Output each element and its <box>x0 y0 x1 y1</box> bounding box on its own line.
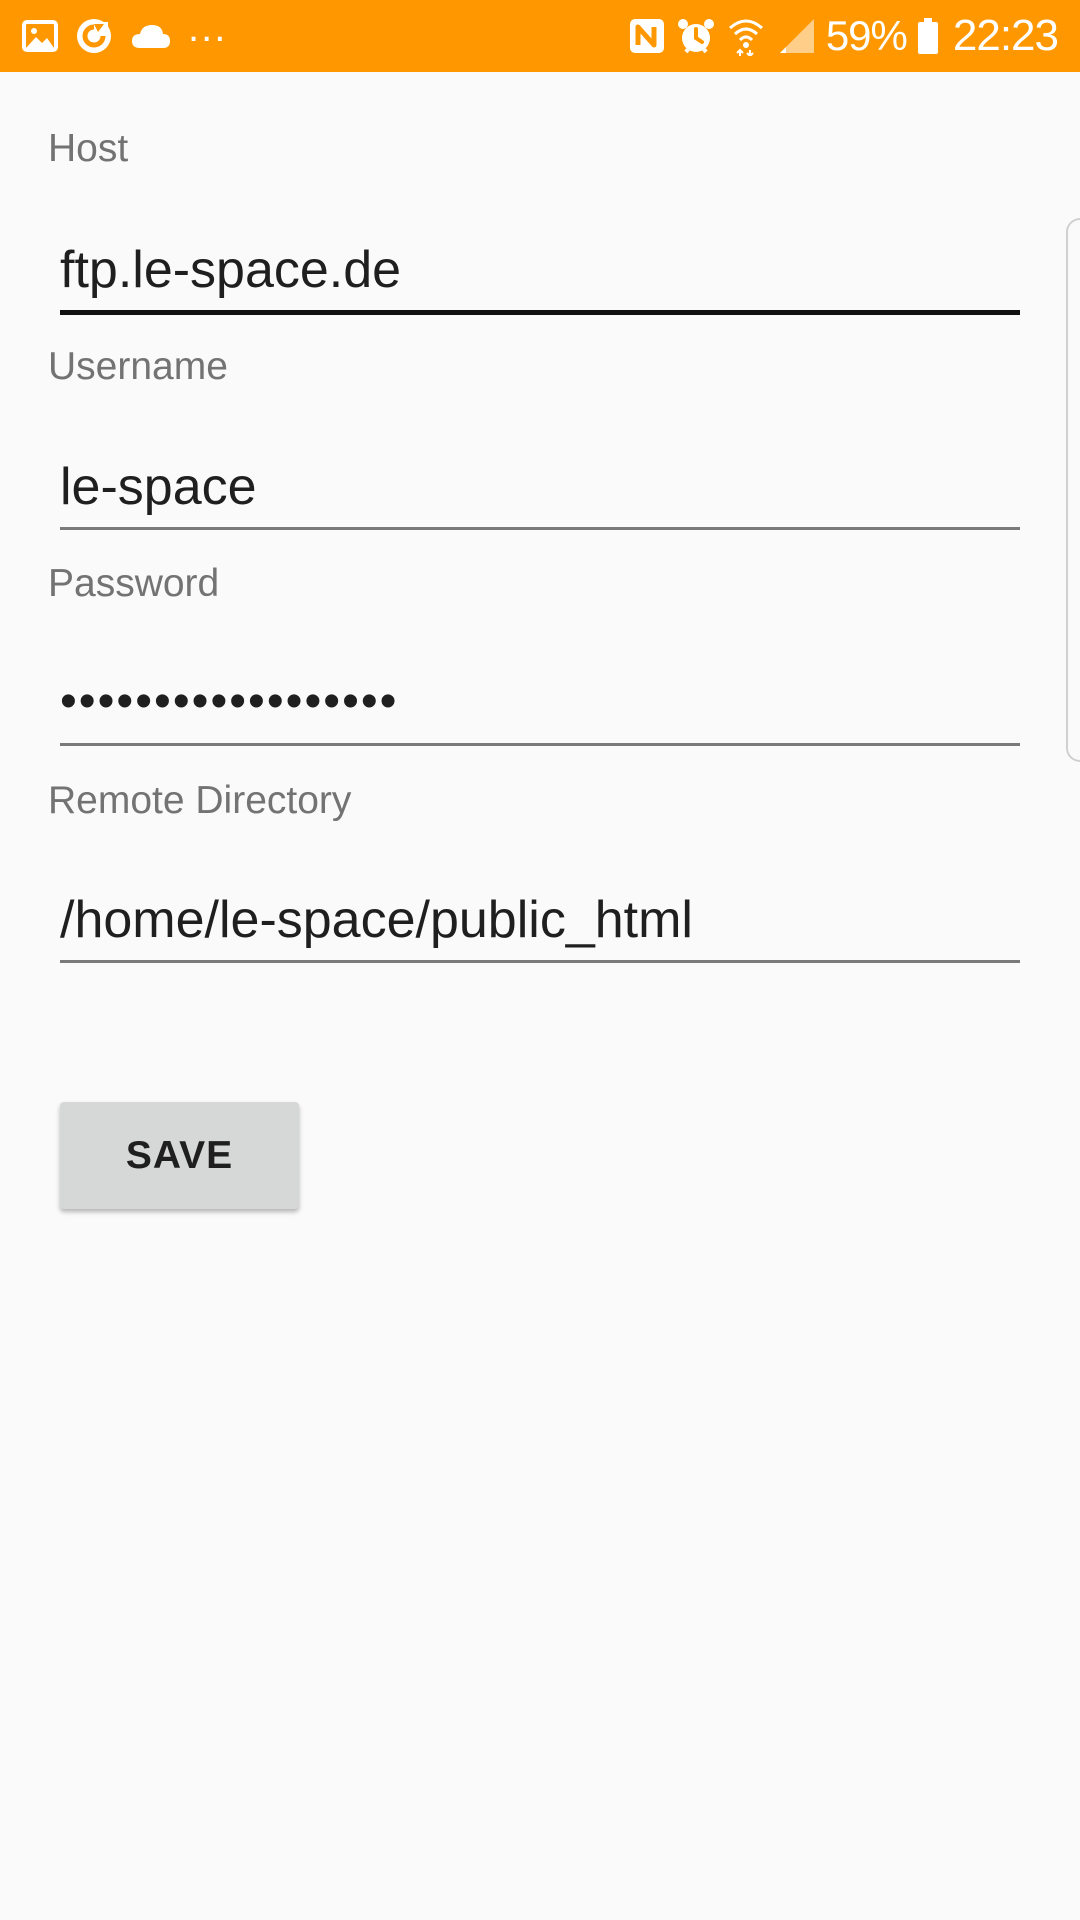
cloud-icon <box>130 22 172 50</box>
username-label: Username <box>48 345 228 388</box>
clock: 22:23 <box>952 11 1059 60</box>
status-bar: ... 59% 22:23 <box>0 0 1080 72</box>
host-label: Host <box>48 127 129 170</box>
username-input[interactable] <box>60 447 1020 527</box>
gallery-icon <box>22 20 58 52</box>
status-bar-left: ... <box>22 0 227 72</box>
battery-icon <box>917 17 939 55</box>
host-input[interactable] <box>60 230 1020 310</box>
remote-directory-label: Remote Directory <box>48 779 352 822</box>
more-notifications-indicator: ... <box>188 6 228 50</box>
host-underline <box>60 310 1020 315</box>
password-input[interactable]: •••••••••••••••••• <box>60 662 1020 742</box>
nfc-icon <box>628 17 666 55</box>
signal-icon <box>776 17 816 55</box>
status-bar-right: 59% 22:23 <box>628 0 1059 72</box>
save-button[interactable]: SAVE <box>60 1102 299 1209</box>
battery-percent: 59% <box>825 12 908 59</box>
alarm-icon <box>676 16 716 56</box>
username-underline <box>60 527 1020 530</box>
remote-directory-underline <box>60 960 1020 963</box>
password-label: Password <box>48 562 220 605</box>
password-underline <box>60 743 1020 746</box>
sync-icon <box>74 16 114 56</box>
edge-panel-handle[interactable] <box>1066 218 1080 762</box>
wifi-icon <box>726 16 766 56</box>
remote-directory-input[interactable] <box>60 880 1020 960</box>
